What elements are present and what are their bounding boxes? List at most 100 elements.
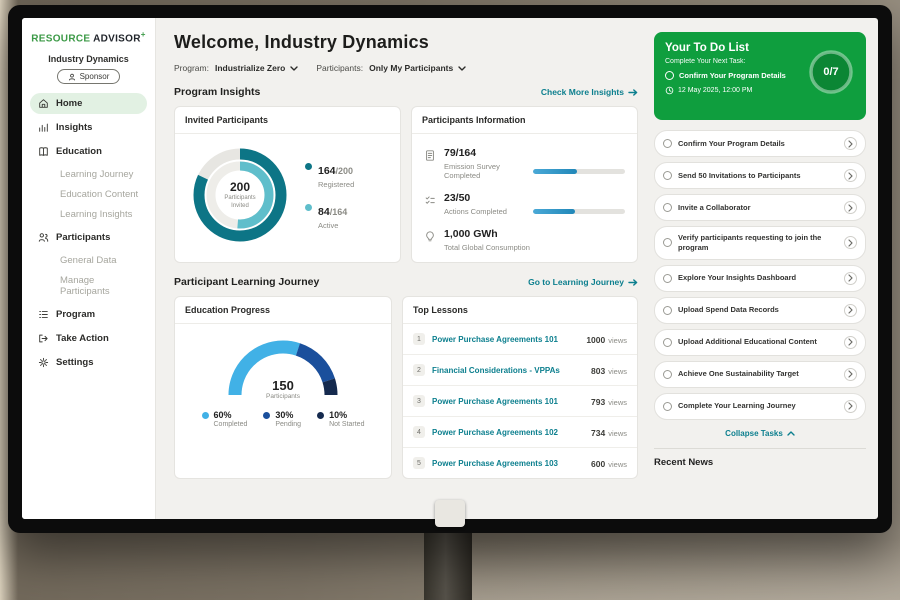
arrow-right-icon (628, 279, 638, 286)
task-item[interactable]: Upload Spend Data Records (654, 297, 866, 324)
checkbox-icon[interactable] (663, 370, 672, 379)
program-select[interactable]: Industrialize Zero (215, 63, 298, 73)
sidebar-item-general-data[interactable]: General Data (30, 251, 147, 270)
monitor-logo-badge (435, 500, 465, 527)
link-label: Check More Insights (541, 87, 624, 97)
legend-total: /164 (330, 207, 348, 217)
todo-next-task[interactable]: Confirm Your Program Details (665, 71, 805, 80)
card-title: Invited Participants (175, 107, 400, 134)
lesson-title-link[interactable]: Financial Considerations - VPPAs (432, 366, 584, 375)
checkbox-icon[interactable] (663, 306, 672, 315)
legend-total: /200 (336, 166, 354, 176)
sidebar-item-settings[interactable]: Settings (30, 352, 147, 373)
action-arrow-icon (38, 333, 49, 344)
sidebar-item-participants[interactable]: Participants (30, 227, 147, 248)
checkbox-icon[interactable] (663, 338, 672, 347)
task-item[interactable]: Confirm Your Program Details (654, 130, 866, 157)
checkbox-icon[interactable] (663, 203, 672, 212)
legend-label: Completed (214, 421, 248, 428)
task-item[interactable]: Invite a Collaborator (654, 194, 866, 221)
chevron-right-icon[interactable] (844, 137, 857, 150)
task-label: Invite a Collaborator (678, 203, 838, 213)
sidebar-item-manage-participants[interactable]: Manage Participants (30, 271, 147, 301)
sidebar-item-education-content[interactable]: Education Content (30, 185, 147, 204)
stat-value: 1,000 GWh (444, 228, 625, 240)
org-name: Industry Dynamics (22, 54, 155, 64)
gauge-center-label: Participants (222, 393, 344, 400)
task-item[interactable]: Explore Your Insights Dashboard (654, 265, 866, 292)
collapse-tasks-button[interactable]: Collapse Tasks (654, 429, 866, 438)
sidebar-item-education[interactable]: Education (30, 141, 147, 162)
lesson-row[interactable]: 3 Power Purchase Agreements 101 793views (403, 386, 637, 417)
sidebar-item-learning-journey[interactable]: Learning Journey (30, 165, 147, 184)
chevron-right-icon[interactable] (844, 201, 857, 214)
chevron-right-icon[interactable] (844, 236, 857, 249)
task-label: Send 50 Invitations to Participants (678, 171, 838, 181)
lesson-views: 793views (591, 392, 627, 410)
lesson-row[interactable]: 2 Financial Considerations - VPPAs 803vi… (403, 355, 637, 386)
chevron-right-icon[interactable] (844, 368, 857, 381)
sidebar-item-learning-insights[interactable]: Learning Insights (30, 205, 147, 224)
sidebar-item-take-action[interactable]: Take Action (30, 328, 147, 349)
lesson-row[interactable]: 1 Power Purchase Agreements 101 1000view… (403, 324, 637, 355)
sidebar-nav: Home Insights Education Learning Journey… (22, 93, 155, 373)
lesson-views: 734views (591, 423, 627, 441)
sidebar-item-program[interactable]: Program (30, 304, 147, 325)
task-item[interactable]: Verify participants requesting to join t… (654, 226, 866, 260)
section-title: Participant Learning Journey (174, 276, 319, 288)
check-more-insights-link[interactable]: Check More Insights (541, 87, 638, 97)
todo-panel: Your To Do List Complete Your Next Task:… (650, 18, 878, 519)
checkbox-icon[interactable] (665, 71, 674, 80)
lesson-rank: 2 (413, 364, 425, 376)
task-label: Upload Spend Data Records (678, 305, 838, 315)
chevron-right-icon[interactable] (844, 336, 857, 349)
lesson-title-link[interactable]: Power Purchase Agreements 101 (432, 397, 584, 406)
checkbox-icon[interactable] (663, 402, 672, 411)
chevron-down-icon (290, 66, 298, 71)
lesson-rank: 4 (413, 426, 425, 438)
sidebar-item-insights[interactable]: Insights (30, 117, 147, 138)
legend-value: 164 (318, 165, 336, 177)
checkbox-icon[interactable] (663, 274, 672, 283)
sponsor-badge[interactable]: Sponsor (57, 69, 121, 84)
legend-label: Pending (275, 421, 301, 428)
chevron-right-icon[interactable] (844, 272, 857, 285)
lesson-row[interactable]: 4 Power Purchase Agreements 102 734views (403, 417, 637, 448)
monitor-stand (424, 528, 472, 600)
todo-next-task-label: Confirm Your Program Details (679, 71, 786, 80)
legend-value: 84 (318, 206, 330, 218)
lesson-title-link[interactable]: Power Purchase Agreements 103 (432, 459, 584, 468)
lesson-views: 1000views (586, 330, 627, 348)
people-icon (38, 232, 49, 243)
education-progress-card: Education Progress 150 Particip (174, 296, 392, 479)
legend-item-registered: 164/200 Registered (305, 161, 354, 189)
task-item[interactable]: Send 50 Invitations to Participants (654, 162, 866, 189)
stat-value: 79/164 (444, 147, 625, 159)
lesson-rank: 5 (413, 457, 425, 469)
lesson-title-link[interactable]: Power Purchase Agreements 101 (432, 335, 579, 344)
task-item[interactable]: Achieve One Sustainability Target (654, 361, 866, 388)
chevron-right-icon[interactable] (844, 304, 857, 317)
sidebar-item-home[interactable]: Home (30, 93, 147, 114)
checkbox-icon[interactable] (663, 238, 672, 247)
checkbox-icon[interactable] (663, 171, 672, 180)
legend-dot (305, 204, 312, 211)
logo-text-resource: RESOURCE (31, 33, 90, 44)
task-item[interactable]: Upload Additional Educational Content (654, 329, 866, 356)
lesson-title-link[interactable]: Power Purchase Agreements 102 (432, 428, 584, 437)
lesson-row[interactable]: 5 Power Purchase Agreements 103 600views (403, 448, 637, 478)
legend-value: 10% (329, 410, 364, 420)
logo-text-advisor: ADVISOR (93, 33, 141, 44)
task-item[interactable]: Complete Your Learning Journey (654, 393, 866, 420)
participants-select[interactable]: Only My Participants (369, 63, 466, 73)
task-label: Complete Your Learning Journey (678, 401, 838, 411)
chevron-right-icon[interactable] (844, 400, 857, 413)
chevron-right-icon[interactable] (844, 169, 857, 182)
donut-center-value: 200 (230, 180, 250, 194)
stat-label: Emission Survey Completed (444, 162, 533, 180)
checkbox-icon[interactable] (663, 139, 672, 148)
survey-icon (424, 149, 436, 162)
go-to-learning-journey-link[interactable]: Go to Learning Journey (528, 277, 638, 287)
page-title: Welcome, Industry Dynamics (174, 32, 638, 53)
sidebar-item-label: Home (56, 98, 82, 109)
